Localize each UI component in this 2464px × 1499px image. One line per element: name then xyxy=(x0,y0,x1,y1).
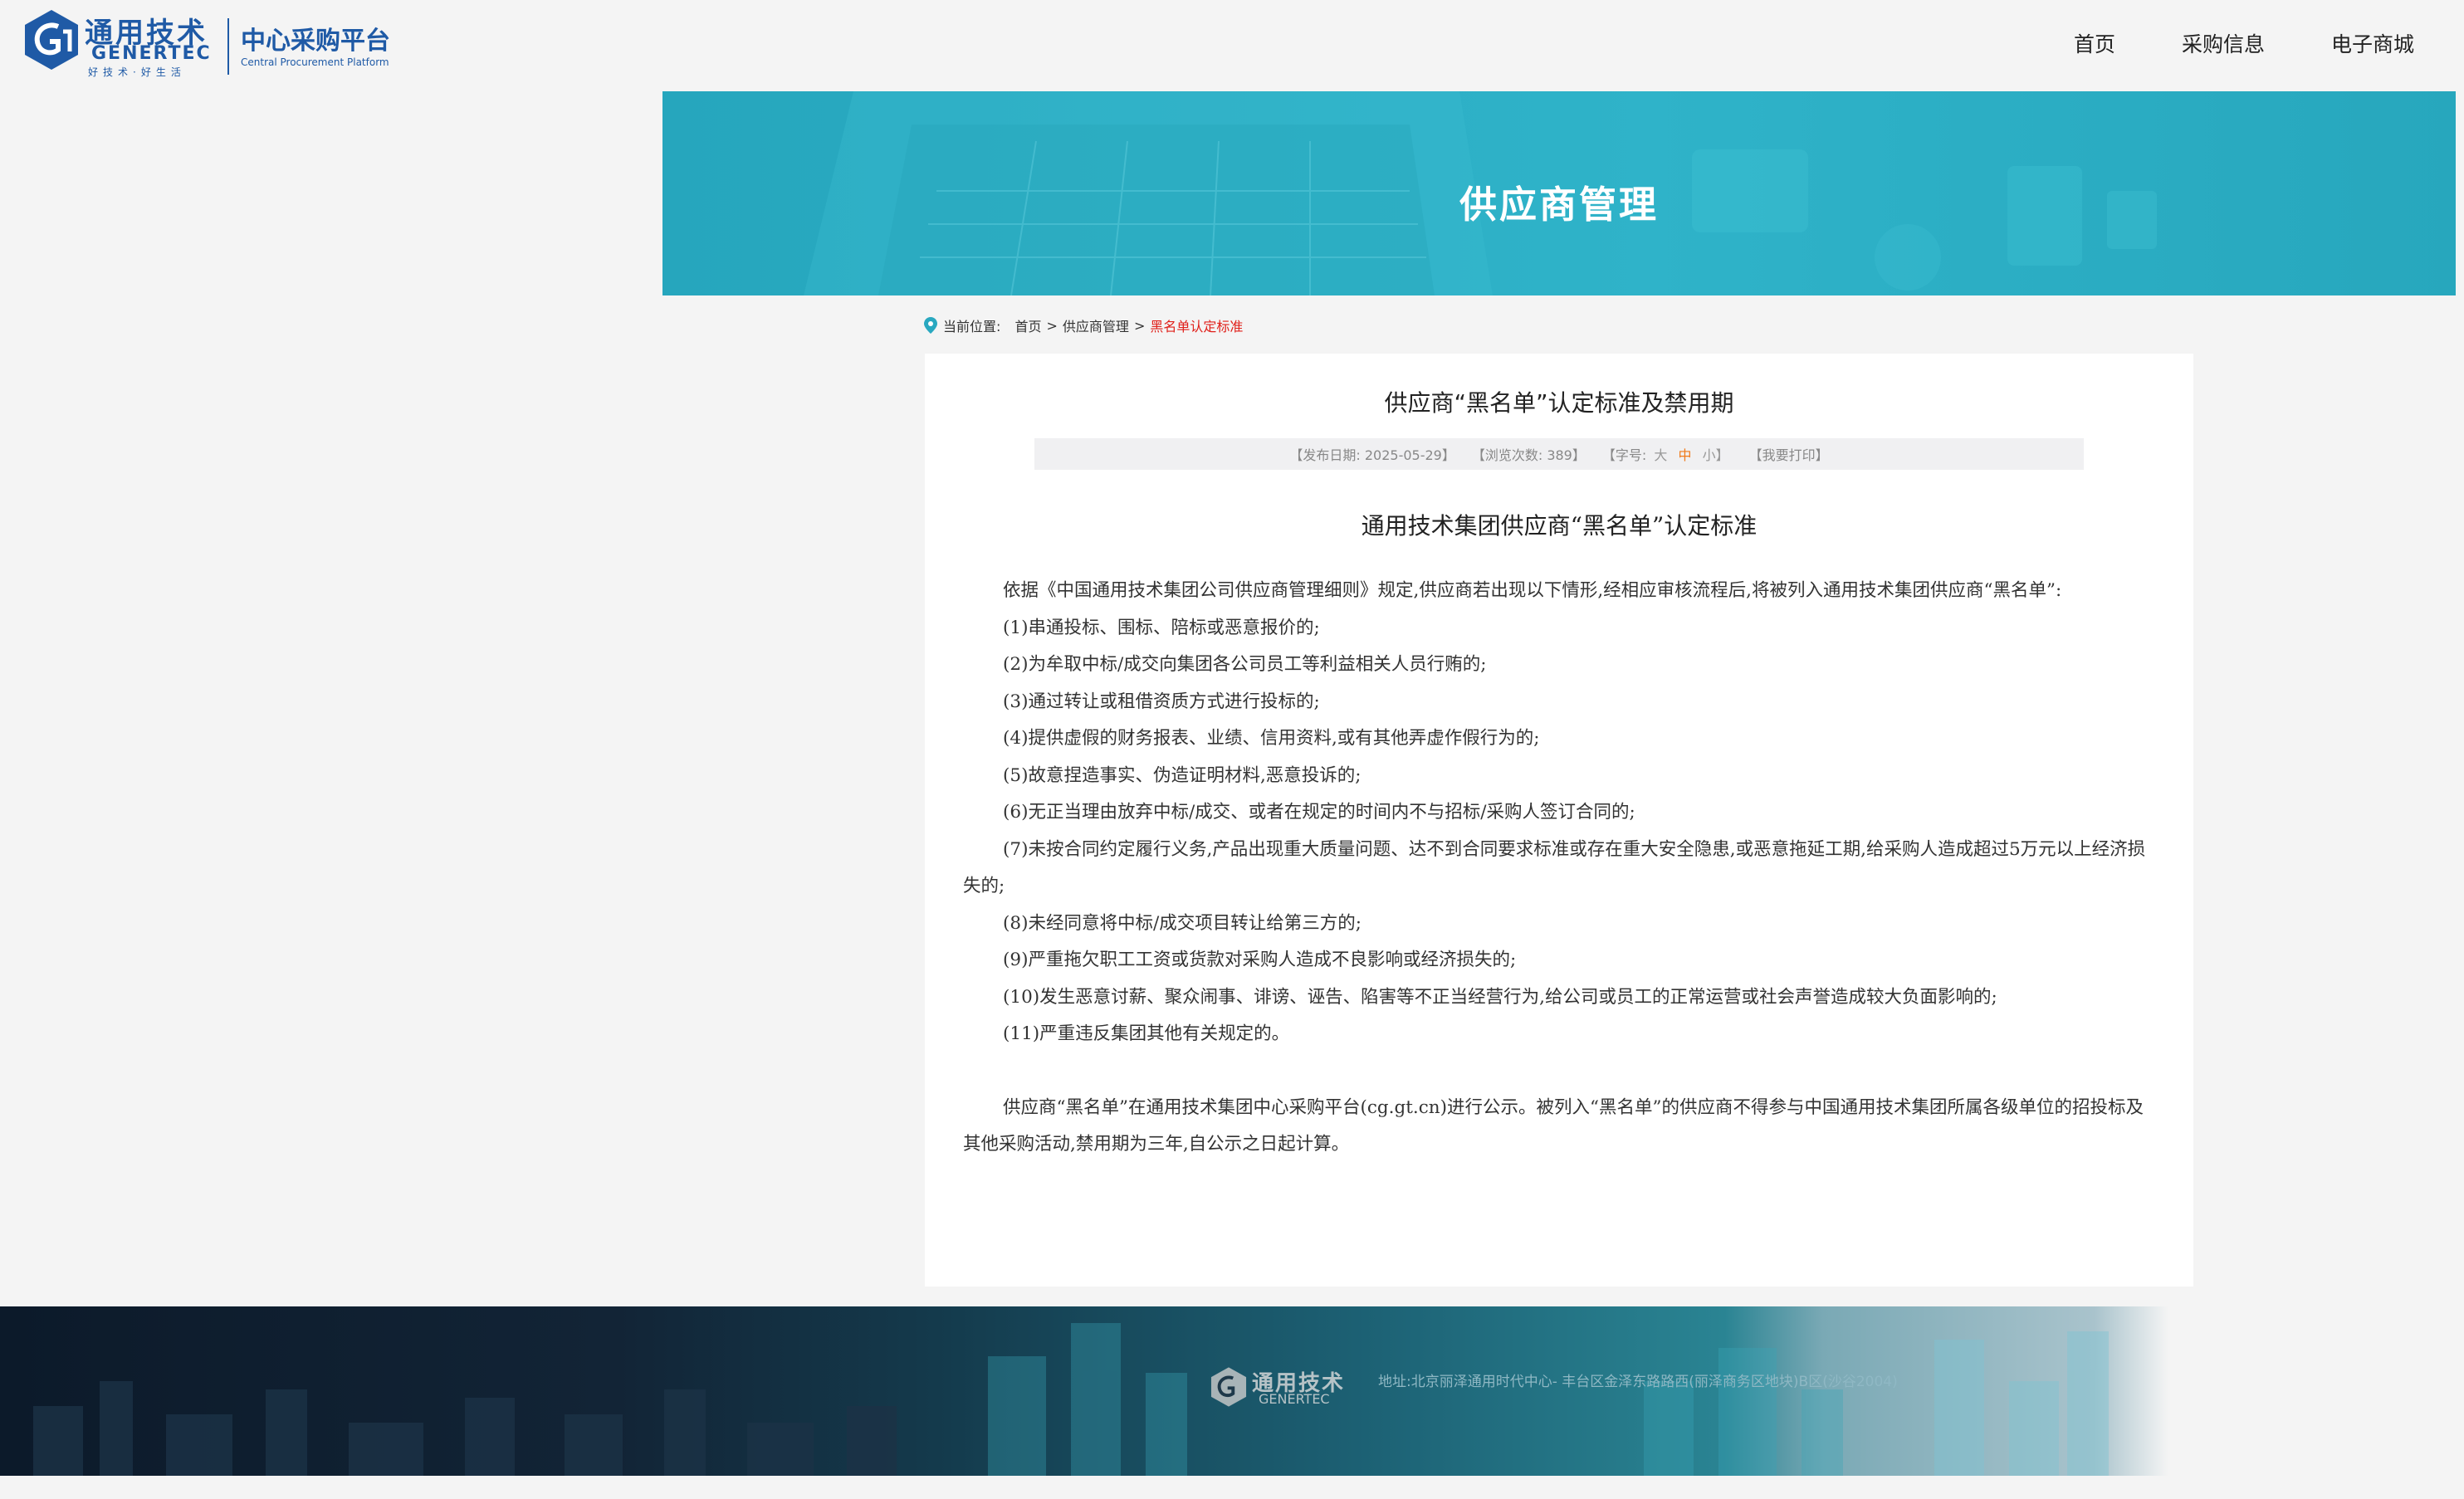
article-meta-bar: 【发布日期: 2025-05-29】 【浏览次数: 389】 【字号: 大 中 … xyxy=(1034,438,2084,470)
breadcrumb-home[interactable]: 首页 xyxy=(1015,315,1042,335)
banner-title: 供应商管理 xyxy=(1459,183,1659,227)
list-item: (2)为牟取中标/成交向集团各公司员工等利益相关人员行贿的; xyxy=(1003,654,1487,675)
page-banner: 供应商管理 xyxy=(662,91,2456,295)
nav-home[interactable]: 首页 xyxy=(2074,28,2115,58)
list-item: (11)严重违反集团其他有关规定的。 xyxy=(1003,1023,1290,1044)
site-header: 通用技术 GENERTEC 好技术·好生活 中心采购平台 Central Pro… xyxy=(0,0,2464,90)
list-item: (7)未按合同约定履行义务,产品出现重大质量问题、达不到合同要求标准或存在重大安… xyxy=(963,838,2146,897)
footer-bottom-strip xyxy=(0,1476,2464,1499)
publish-date: 【发布日期: 2025-05-29】 xyxy=(1289,447,1455,463)
breadcrumb-supplier-management[interactable]: 供应商管理 xyxy=(1063,315,1129,335)
font-size-small-button[interactable]: 小】 xyxy=(1703,447,1729,463)
article-subtitle: 通用技术集团供应商“黑名单”认定标准 xyxy=(1361,512,1758,540)
platform-name-english: Central Procurement Platform xyxy=(241,56,389,68)
breadcrumb-separator: > xyxy=(1133,317,1146,334)
nav-e-mall[interactable]: 电子商城 xyxy=(2331,28,2414,58)
font-size-label: 【字号: xyxy=(1601,447,1647,463)
breadcrumb-current: 黑名单认定标准 xyxy=(1150,319,1244,334)
main-nav: 首页 采购信息 电子商城 xyxy=(2074,28,2414,58)
genertec-logo-icon xyxy=(25,10,78,70)
font-size-large-button[interactable]: 大 xyxy=(1654,447,1667,463)
platform-name: 中心采购平台 xyxy=(241,27,390,56)
breadcrumb-prefix: 当前位置: xyxy=(943,319,1001,334)
footer-logo-english: GENERTEC xyxy=(1259,1391,1330,1407)
view-count: 【浏览次数: 389】 xyxy=(1471,447,1586,463)
genertec-logo[interactable]: 通用技术 GENERTEC 好技术·好生活 中心采购平台 Central Pro… xyxy=(22,8,390,80)
genertec-logo-icon xyxy=(1210,1367,1247,1407)
breadcrumb-separator: > xyxy=(1046,317,1058,334)
list-item: (5)故意捏造事实、伪造证明材料,恶意投诉的; xyxy=(1003,764,1362,786)
article-card: 供应商“黑名单”认定标准及禁用期 【发布日期: 2025-05-29】 【浏览次… xyxy=(925,354,2193,1287)
article-closing: 供应商“黑名单”在通用技术集团中心采购平台(cg.gt.cn)进行公示。被列入“… xyxy=(963,1096,2144,1155)
list-item: (9)严重拖欠职工工资或货款对采购人造成不良影响或经济损失的; xyxy=(1003,950,1517,970)
footer-logo[interactable]: 通用技术 GENERTEC xyxy=(1209,1366,1350,1416)
list-item: (6)无正当理由放弃中标/成交、或者在规定的时间内不与招标/采购人签订合同的; xyxy=(1003,802,1635,823)
footer-address: 地址:北京丽泽通用时代中心- 丰台区金泽东路路西(丽泽商务区地块)B区(沙谷20… xyxy=(1378,1374,1898,1390)
logo-divider xyxy=(227,18,229,75)
article-content: 通用技术集团供应商“黑名单”认定标准 依据《中国通用技术集团公司供应商管理细则》… xyxy=(963,508,2155,1164)
nav-procurement-info[interactable]: 采购信息 xyxy=(2182,28,2265,58)
article-intro: 依据《中国通用技术集团公司供应商管理细则》规定,供应商若出现以下情形,经相应审核… xyxy=(1003,580,2062,601)
site-footer: 通用技术 GENERTEC 地址:北京丽泽通用时代中心- 丰台区金泽东路路西(丽… xyxy=(0,1306,2464,1476)
print-button[interactable]: 【我要打印】 xyxy=(1749,444,1829,464)
font-size-medium-button[interactable]: 中 xyxy=(1678,447,1691,463)
breadcrumb: 当前位置: 首页 > 供应商管理 > 黑名单认定标准 xyxy=(923,315,1243,335)
logo-slogan: 好技术·好生活 xyxy=(88,66,186,78)
list-item: (8)未经同意将中标/成交项目转让给第三方的; xyxy=(1003,912,1362,934)
article-title: 供应商“黑名单”认定标准及禁用期 xyxy=(1384,389,1734,417)
font-size-control: 【字号: 大 中 小】 xyxy=(1602,444,1733,464)
list-item: (1)串通投标、围标、陪标或恶意报价的; xyxy=(1003,617,1320,638)
list-item: (3)通过转让或租借资质方式进行投标的; xyxy=(1003,691,1320,712)
list-item: (4)提供虚假的财务报表、业绩、信用资料,或有其他弄虚作假行为的; xyxy=(1003,728,1540,749)
list-item: (10)发生恶意讨薪、聚众闹事、诽谤、诬告、陷害等不正当经营行为,给公司或员工的… xyxy=(1003,986,1997,1008)
location-pin-icon xyxy=(924,317,937,334)
logo-english: GENERTEC xyxy=(91,43,212,64)
